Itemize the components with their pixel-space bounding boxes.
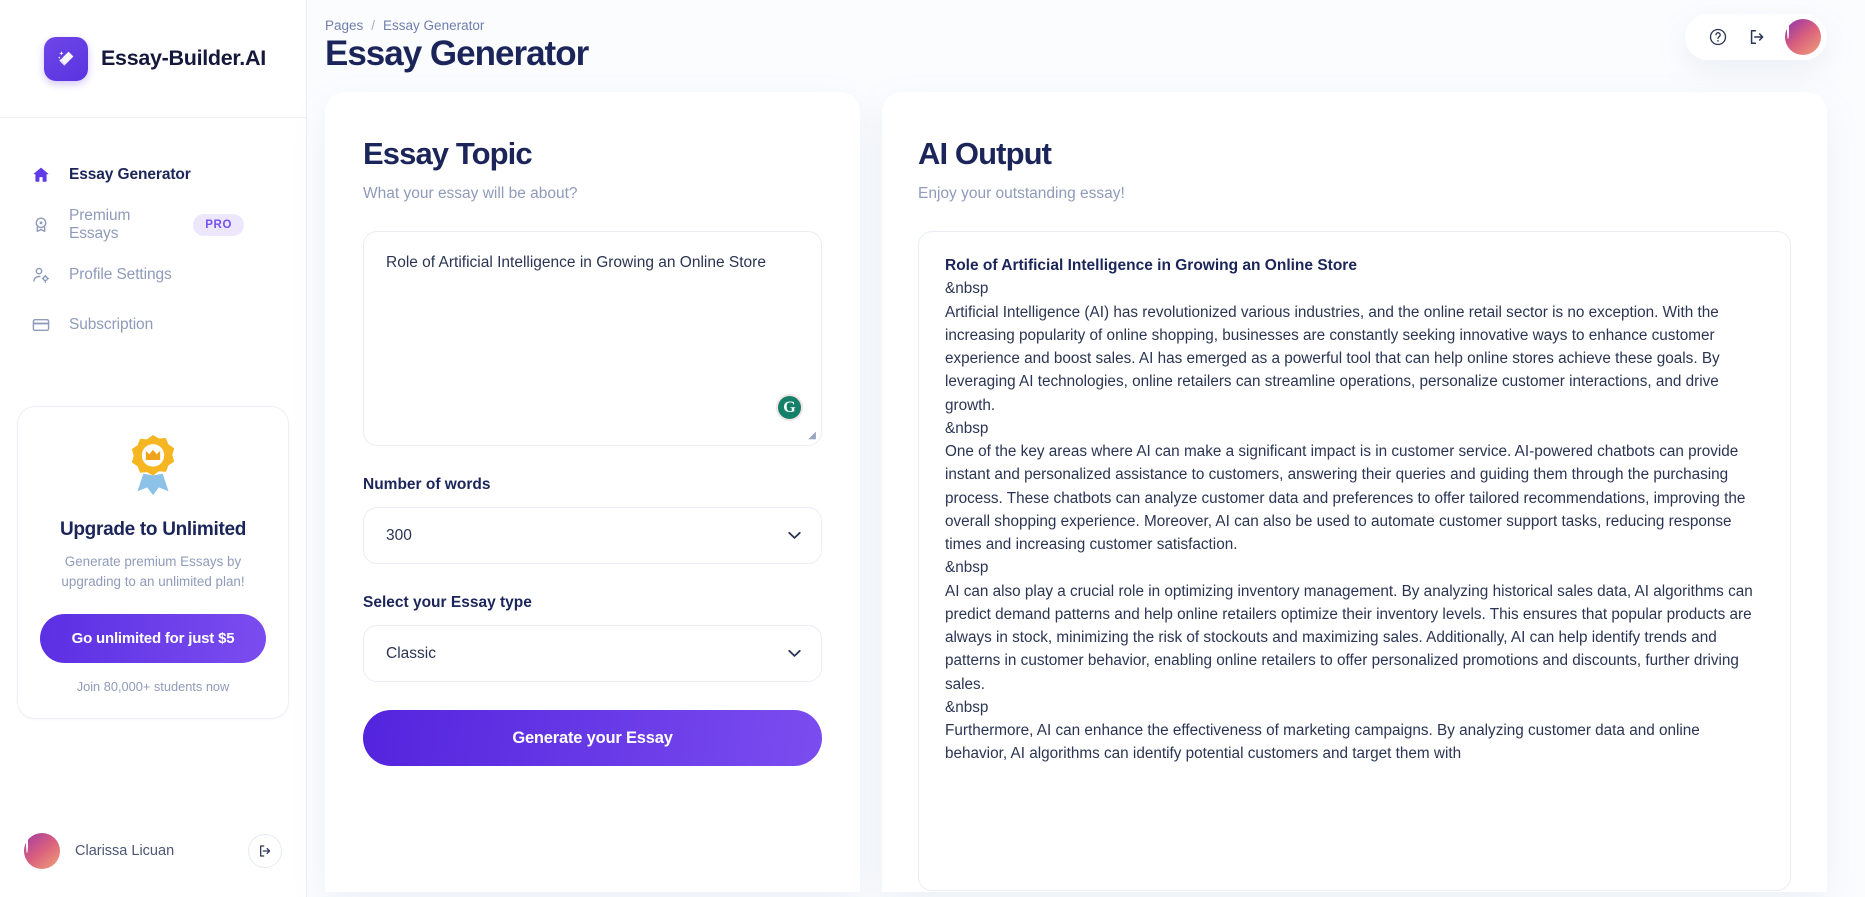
nbsp-literal: &nbsp [945, 419, 989, 437]
chevron-down-icon [788, 646, 801, 661]
logout-button[interactable] [248, 834, 282, 868]
nbsp-literal: &nbsp [945, 698, 989, 716]
resize-handle-icon[interactable]: ◢ [808, 430, 816, 441]
essay-topic-title: Essay Topic [363, 136, 533, 171]
upgrade-card-subtitle: Generate premium Essays by upgrading to … [61, 554, 245, 590]
breadcrumb-root[interactable]: Pages [325, 18, 363, 33]
award-icon [30, 214, 52, 236]
essay-topic-panel: Essay Topic What your essay will be abou… [325, 92, 860, 892]
essay-topic-textarea[interactable]: Role of Artificial Intelligence in Growi… [363, 231, 822, 446]
topbar-actions [1685, 14, 1827, 60]
credit-card-icon [30, 314, 52, 336]
brand[interactable]: Essay-Builder.AI [0, 0, 306, 118]
logout-icon[interactable] [1746, 26, 1768, 48]
nbsp-literal: &nbsp [945, 280, 989, 298]
sidebar-item-profile-settings[interactable]: Profile Settings [0, 250, 306, 300]
generate-essay-button[interactable]: Generate your Essay [363, 710, 822, 766]
home-icon [30, 164, 52, 186]
breadcrumb: Pages / Essay Generator [325, 18, 484, 33]
panels: Essay Topic What your essay will be abou… [307, 92, 1827, 892]
nbsp-literal: &nbsp [945, 559, 989, 577]
essay-paragraph: AI can also play a crucial role in optim… [945, 582, 1753, 693]
essay-heading: Role of Artificial Intelligence in Growi… [945, 257, 1357, 274]
avatar[interactable] [24, 833, 60, 869]
essay-type-value: Classic [386, 644, 436, 662]
essay-paragraph: Furthermore, AI can enhance the effectiv… [945, 722, 1700, 763]
sidebar-user-bar: Clarissa Licuan [0, 833, 306, 897]
essay-paragraph: One of the key areas where AI can make a… [945, 443, 1746, 553]
user-gear-icon [30, 264, 52, 286]
go-unlimited-button[interactable]: Go unlimited for just $5 [40, 614, 266, 664]
app-root: Essay-Builder.AI Essay Generator Premium… [0, 0, 1865, 897]
essay-type-label: Select your Essay type [363, 594, 532, 611]
sidebar-item-subscription[interactable]: Subscription [0, 300, 306, 350]
upgrade-card-title: Upgrade to Unlimited [59, 519, 247, 540]
sidebar-user-name: Clarissa Licuan [75, 843, 175, 859]
chevron-down-icon [788, 528, 801, 543]
sidebar-item-label: Premium Essays [69, 207, 131, 242]
pro-badge: PRO [193, 214, 244, 236]
ai-output-subtitle: Enjoy your outstanding essay! [918, 185, 1125, 202]
breadcrumb-separator: / [371, 18, 376, 34]
question-circle-icon[interactable] [1707, 26, 1729, 48]
main-content: Pages / Essay Generator Essay Generator [307, 0, 1865, 897]
sidebar: Essay-Builder.AI Essay Generator Premium… [0, 0, 307, 897]
sidebar-nav: Essay Generator Premium Essays PRO Profi… [0, 118, 306, 350]
upgrade-card-note: Join 80,000+ students now [76, 679, 230, 695]
number-of-words-value: 300 [386, 526, 412, 544]
medal-ribbon-icon [40, 433, 266, 501]
number-of-words-label: Number of words [363, 476, 491, 493]
essay-topic-value: Role of Artificial Intelligence in Growi… [386, 254, 766, 271]
sidebar-item-label: Essay Generator [69, 166, 191, 183]
essay-topic-subtitle: What your essay will be about? [363, 185, 578, 202]
grammarly-icon[interactable]: G [776, 394, 803, 421]
brand-name: Essay-Builder.AI [101, 46, 266, 70]
avatar[interactable] [1785, 19, 1821, 55]
magic-wand-icon [44, 36, 88, 81]
number-of-words-select[interactable]: 300 [363, 507, 822, 564]
page-title: Essay Generator [325, 34, 589, 74]
sidebar-item-label: Subscription [69, 316, 154, 333]
ai-output-box[interactable]: Role of Artificial Intelligence in Growi… [918, 231, 1791, 891]
ai-output-panel: AI Output Enjoy your outstanding essay! … [882, 92, 1827, 892]
sidebar-item-essay-generator[interactable]: Essay Generator [0, 150, 306, 200]
upgrade-card: Upgrade to Unlimited Generate premium Es… [17, 406, 289, 720]
essay-paragraph: Artificial Intelligence (AI) has revolut… [945, 303, 1720, 414]
essay-type-select[interactable]: Classic [363, 625, 822, 682]
sidebar-item-label: Profile Settings [69, 266, 172, 283]
topbar: Pages / Essay Generator Essay Generator [307, 0, 1827, 92]
ai-output-title: AI Output [918, 136, 1052, 171]
sidebar-item-premium-essays[interactable]: Premium Essays PRO [0, 200, 306, 250]
breadcrumb-current[interactable]: Essay Generator [383, 18, 484, 33]
